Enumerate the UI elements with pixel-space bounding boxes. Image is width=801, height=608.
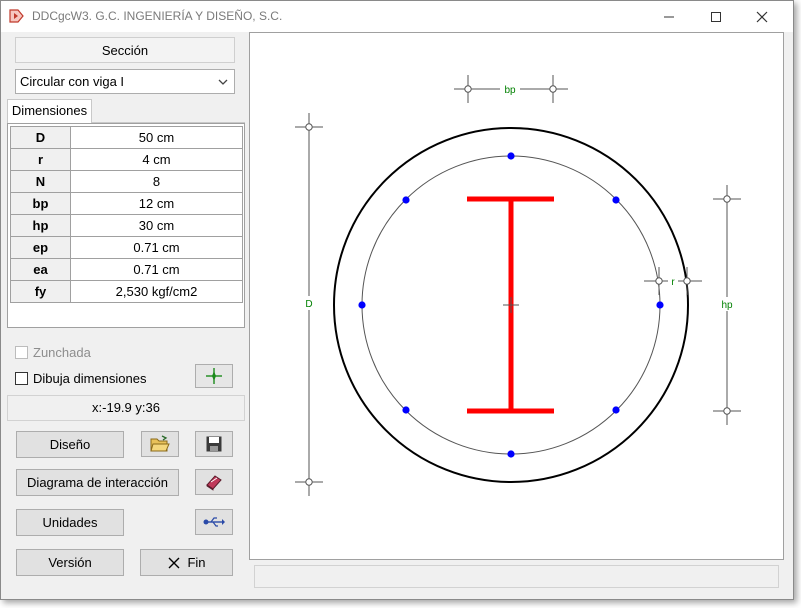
hp-label: hp xyxy=(721,300,733,311)
param-key: ep xyxy=(10,236,71,259)
status-bar xyxy=(254,565,779,588)
rebar xyxy=(402,406,410,414)
zunchada-label: Zunchada xyxy=(33,345,91,360)
param-value-cell[interactable]: 12 cm xyxy=(70,192,243,215)
param-row-fy: fy 2,530 kgf/cm2 xyxy=(10,280,243,303)
section-type-value: Circular con viga I xyxy=(20,74,125,89)
param-key: hp xyxy=(10,214,71,237)
unidades-button[interactable]: Unidades xyxy=(16,509,124,536)
rebar xyxy=(612,196,620,204)
rebar xyxy=(402,196,410,204)
section-header-button[interactable]: Sección xyxy=(15,37,235,63)
param-row-bp: bp 12 cm xyxy=(10,192,243,215)
bp-dimension: bp xyxy=(454,75,568,103)
param-value-cell[interactable]: 0.71 cm xyxy=(70,258,243,281)
param-key: ea xyxy=(10,258,71,281)
save-disk-icon xyxy=(206,436,222,452)
usb-icon xyxy=(203,517,225,527)
maximize-icon xyxy=(711,11,721,22)
dibuja-row: Dibuja dimensiones xyxy=(15,371,146,386)
pick-point-button[interactable] xyxy=(195,364,233,388)
minimize-button[interactable] xyxy=(646,1,692,32)
diseno-button[interactable]: Diseño xyxy=(16,431,124,458)
param-row-hp: hp 30 cm xyxy=(10,214,243,237)
close-button[interactable] xyxy=(739,1,785,32)
maximize-button[interactable] xyxy=(693,1,739,32)
rebar xyxy=(507,152,515,160)
book-icon xyxy=(206,475,222,491)
close-x-icon xyxy=(168,557,180,568)
param-key: D xyxy=(10,126,71,149)
param-value-cell[interactable]: 8 xyxy=(70,170,243,193)
d-dimension: D xyxy=(295,113,323,496)
window-title: DDCgcW3. G.C. INGENIERÍA Y DISEÑO, S.C. xyxy=(32,9,283,23)
rebar xyxy=(656,301,664,309)
usb-button[interactable] xyxy=(195,509,233,535)
dimensions-grid: D 50 cm r 4 cm N 8 bp 12 cm hp 30 cm ep 0.71 cm ea 0.… xyxy=(7,123,245,328)
open-file-button[interactable] xyxy=(141,431,179,457)
rebar xyxy=(507,450,515,458)
save-button[interactable] xyxy=(195,431,233,457)
close-icon xyxy=(756,11,768,22)
param-key: N xyxy=(10,170,71,193)
param-row-ep: ep 0.71 cm xyxy=(10,236,243,259)
center-mark xyxy=(503,297,519,313)
param-key: fy xyxy=(10,280,71,303)
dibuja-dimensiones-label: Dibuja dimensiones xyxy=(33,371,147,386)
param-key: bp xyxy=(10,192,71,215)
param-value-cell[interactable]: 4 cm xyxy=(70,148,243,171)
rebar xyxy=(358,301,366,309)
app-window: DDCgcW3. G.C. INGENIERÍA Y DISEÑO, S.C. … xyxy=(0,0,794,600)
zunchada-checkbox[interactable] xyxy=(15,346,28,359)
diagrama-interaccion-button[interactable]: Diagrama de interacción xyxy=(16,469,179,496)
fin-button[interactable]: Fin xyxy=(140,549,233,576)
app-logo-icon xyxy=(9,9,24,23)
tab-bar: Dimensiones xyxy=(7,99,245,123)
hp-dimension: hp xyxy=(713,185,741,425)
zunchada-row: Zunchada xyxy=(15,345,91,360)
crosshair-pin-icon xyxy=(206,368,222,384)
version-button[interactable]: Versión xyxy=(16,549,124,576)
fin-label: Fin xyxy=(187,555,206,570)
section-type-select[interactable]: Circular con viga I xyxy=(15,69,235,94)
param-row-ea: ea 0.71 cm xyxy=(10,258,243,281)
dibuja-dimensiones-checkbox[interactable] xyxy=(15,372,28,385)
section-drawing: bp D hp r xyxy=(295,75,741,496)
left-panel: Sección Circular con viga I Dimensiones … xyxy=(5,32,247,593)
param-value-cell[interactable]: 50 cm xyxy=(70,126,243,149)
param-row-N: N8 xyxy=(10,170,243,193)
section-drawing-canvas[interactable]: bp D hp r xyxy=(249,32,784,560)
tab-dimensiones[interactable]: Dimensiones xyxy=(7,99,92,123)
open-folder-icon xyxy=(150,435,170,452)
d-label: D xyxy=(305,299,312,310)
cursor-coordinates: x:-19.9 y:36 xyxy=(7,395,245,421)
params-table: D 50 cm r 4 cm N 8 bp 12 cm hp 30 cm ep 0.71 cm ea 0.… xyxy=(10,126,243,303)
manual-button[interactable] xyxy=(195,469,233,495)
param-value-cell[interactable]: 0.71 cm xyxy=(70,236,243,259)
param-value-cell[interactable]: 2,530 kgf/cm2 xyxy=(70,280,243,303)
chevron-down-icon xyxy=(218,79,228,85)
param-row-r: r4 cm xyxy=(10,148,243,171)
bp-label: bp xyxy=(504,85,516,96)
param-value-cell[interactable]: 30 cm xyxy=(70,214,243,237)
r-dimension: r xyxy=(644,267,702,295)
title-bar[interactable]: DDCgcW3. G.C. INGENIERÍA Y DISEÑO, S.C. xyxy=(1,1,793,32)
param-row-D: D 50 cm xyxy=(10,126,243,149)
minimize-icon xyxy=(664,16,674,17)
rebar xyxy=(612,406,620,414)
param-key: r xyxy=(10,148,71,171)
